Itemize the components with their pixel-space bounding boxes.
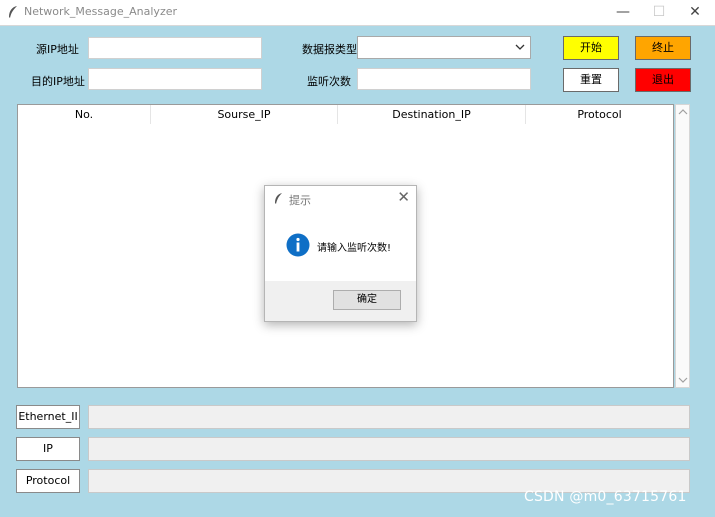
src-ip-input[interactable] [88, 37, 262, 59]
title-bar: Network_Message_Analyzer — ☐ ✕ [0, 0, 715, 26]
ethernet-ii-field[interactable] [88, 405, 690, 429]
dialog-footer: 确定 [265, 281, 416, 321]
column-header-no[interactable]: No. [18, 105, 151, 124]
stop-button[interactable]: 终止 [635, 36, 691, 60]
listen-count-input[interactable] [357, 68, 531, 90]
minimize-button[interactable]: — [605, 0, 641, 25]
packet-type-select[interactable] [357, 36, 531, 59]
packet-type-label: 数据报类型 [302, 43, 357, 56]
dialog-close-button[interactable]: ✕ [397, 188, 410, 206]
scroll-down-icon[interactable] [678, 377, 688, 383]
ethernet-ii-button[interactable]: Ethernet_II [16, 405, 80, 429]
dst-ip-label: 目的IP地址 [31, 75, 85, 88]
window-title: Network_Message_Analyzer [24, 5, 178, 18]
maximize-button[interactable]: ☐ [641, 0, 677, 25]
dialog-title: 提示 [289, 194, 311, 207]
start-button[interactable]: 开始 [563, 36, 619, 60]
info-dialog: 提示 ✕ 请输入监听次数! 确定 [264, 185, 417, 322]
ok-button[interactable]: 确定 [333, 290, 401, 310]
chevron-down-icon [515, 44, 525, 50]
feather-icon [275, 193, 282, 204]
dst-ip-input[interactable] [88, 68, 262, 90]
table-scrollbar[interactable] [675, 104, 690, 388]
close-button[interactable]: ✕ [677, 0, 713, 25]
listen-count-label: 监听次数 [307, 75, 351, 88]
exit-button[interactable]: 退出 [635, 68, 691, 92]
table-header: No. Sourse_IP Destination_IP Protocol [18, 105, 673, 124]
src-ip-label: 源IP地址 [36, 43, 79, 56]
ip-button[interactable]: IP [16, 437, 80, 461]
column-header-destination-ip[interactable]: Destination_IP [338, 105, 526, 124]
feather-icon [9, 6, 17, 18]
reset-button[interactable]: 重置 [563, 68, 619, 92]
column-header-source-ip[interactable]: Sourse_IP [151, 105, 338, 124]
info-icon [286, 233, 310, 257]
protocol-button[interactable]: Protocol [16, 469, 80, 493]
ip-field[interactable] [88, 437, 690, 461]
watermark: CSDN @m0_63715761 [524, 489, 687, 505]
scroll-up-icon[interactable] [678, 109, 688, 115]
dialog-message: 请输入监听次数! [317, 243, 392, 254]
column-header-protocol[interactable]: Protocol [526, 105, 673, 124]
